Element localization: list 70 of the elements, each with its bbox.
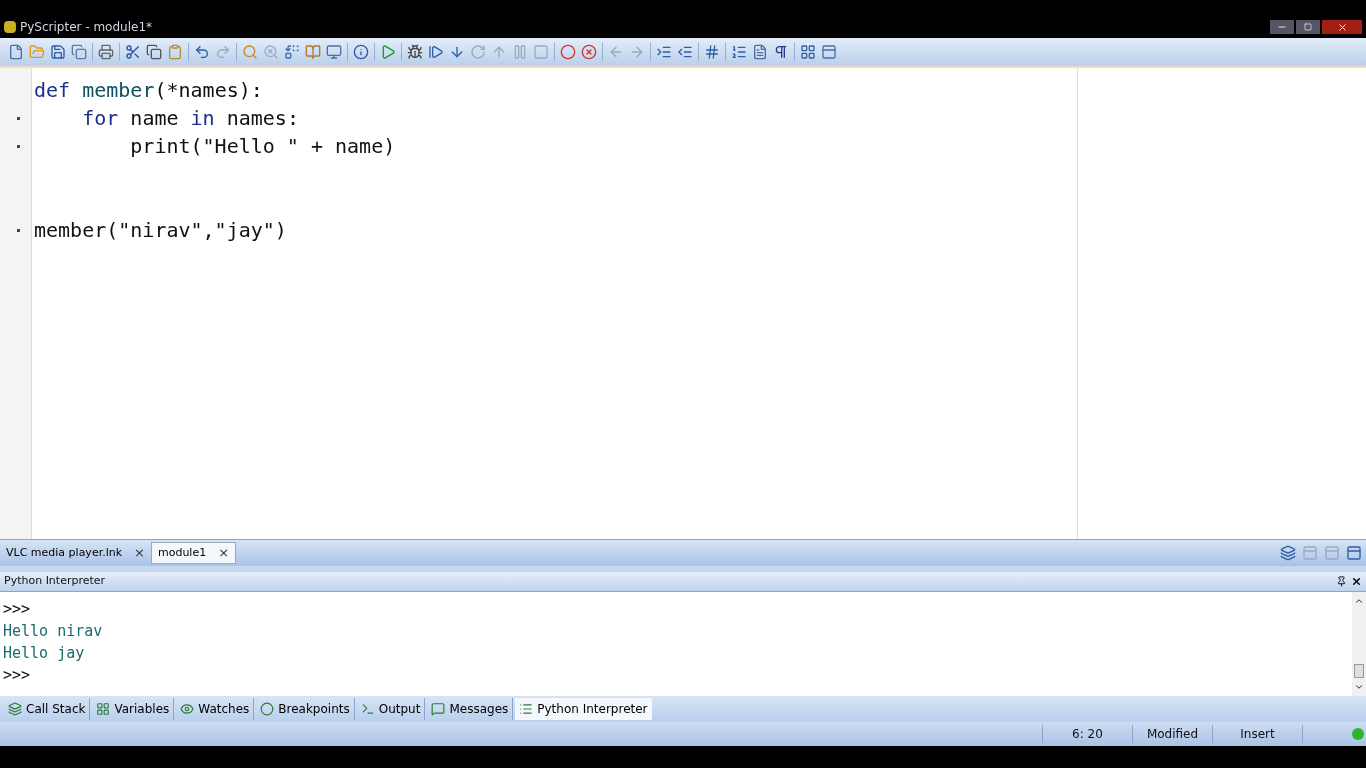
clear-breakpoints-icon[interactable]	[581, 44, 597, 60]
close-icon[interactable]	[1351, 576, 1362, 587]
line-numbers-icon[interactable]	[731, 44, 747, 60]
pilcrow-icon[interactable]	[773, 44, 789, 60]
dedent-icon[interactable]	[677, 44, 693, 60]
panel-tab[interactable]: Messages	[427, 698, 514, 720]
cut-icon[interactable]	[125, 44, 141, 60]
debug-icon[interactable]	[407, 44, 423, 60]
minimize-button[interactable]	[1270, 20, 1294, 34]
run-icon[interactable]	[380, 44, 396, 60]
scroll-thumb[interactable]	[1354, 664, 1364, 678]
modified-status: Modified	[1132, 725, 1212, 743]
step-into-icon[interactable]	[449, 44, 465, 60]
status-light-icon	[1352, 728, 1364, 740]
save-icon[interactable]	[50, 44, 66, 60]
info-icon[interactable]	[353, 44, 369, 60]
document-tab[interactable]: module1 ×	[150, 542, 237, 564]
pin-icon[interactable]	[1336, 576, 1347, 587]
document-icon[interactable]	[752, 44, 768, 60]
prompt-line: >>>	[3, 599, 31, 620]
output-line: Hello jay	[3, 643, 85, 664]
panel-tab[interactable]: Python Interpreter	[515, 698, 652, 720]
tab-icon	[360, 702, 375, 716]
layout-icon[interactable]	[800, 44, 816, 60]
undo-icon[interactable]	[194, 44, 210, 60]
tab-icon	[8, 702, 22, 716]
panel-tab[interactable]: Output	[356, 698, 426, 720]
code-line: member("nirav","jay")	[34, 217, 287, 244]
app-logo-icon	[4, 21, 16, 33]
tab-icon	[96, 702, 111, 716]
code-line: for name in names:	[81, 105, 299, 132]
panel-tab[interactable]: Breakpoints	[256, 698, 355, 720]
document-tab[interactable]: VLC media player.lnk ×	[0, 542, 151, 564]
paste-icon[interactable]	[167, 44, 183, 60]
tab-icon	[180, 702, 195, 716]
step-icon[interactable]	[428, 44, 444, 60]
indent-icon[interactable]	[656, 44, 672, 60]
tab-list-icon[interactable]	[1280, 545, 1296, 561]
code-line: print("Hello " + name)	[129, 133, 396, 160]
maximize-button[interactable]	[1296, 20, 1320, 34]
panel-tab[interactable]: Variables	[92, 698, 175, 720]
close-icon	[1336, 21, 1348, 33]
breakpoint-icon[interactable]	[560, 44, 576, 60]
output-line: Hello nirav	[3, 621, 103, 642]
prompt-line: >>>	[3, 665, 31, 686]
tab-close-button[interactable]: ×	[134, 543, 145, 563]
panel-title: Python Interpreter	[4, 573, 106, 590]
new-file-icon[interactable]	[8, 44, 24, 60]
tab-icon	[431, 702, 446, 716]
tab-icon	[519, 702, 534, 716]
scroll-down-icon[interactable]	[1354, 682, 1364, 692]
maximize-icon	[1304, 23, 1312, 31]
close-button[interactable]	[1322, 20, 1362, 34]
window-icon[interactable]	[326, 44, 342, 60]
cursor-position: 6: 20	[1042, 725, 1132, 743]
panel-icon[interactable]	[821, 44, 837, 60]
tab-close-button[interactable]: ×	[218, 543, 230, 563]
book-icon[interactable]	[305, 44, 321, 60]
print-icon[interactable]	[98, 44, 114, 60]
window-title: PyScripter - module1*	[20, 19, 153, 36]
tab-icon	[260, 702, 275, 716]
panel-tab[interactable]: Watches	[176, 698, 255, 720]
search-icon[interactable]	[242, 44, 258, 60]
copy-icon[interactable]	[146, 44, 162, 60]
insert-mode: Insert	[1212, 725, 1302, 743]
code-line: def member(*names):	[34, 77, 263, 104]
comment-icon[interactable]	[704, 44, 720, 60]
scroll-up-icon[interactable]	[1354, 596, 1364, 606]
panel-tab[interactable]: Call Stack	[4, 698, 91, 720]
new-window-icon[interactable]	[1346, 545, 1362, 561]
